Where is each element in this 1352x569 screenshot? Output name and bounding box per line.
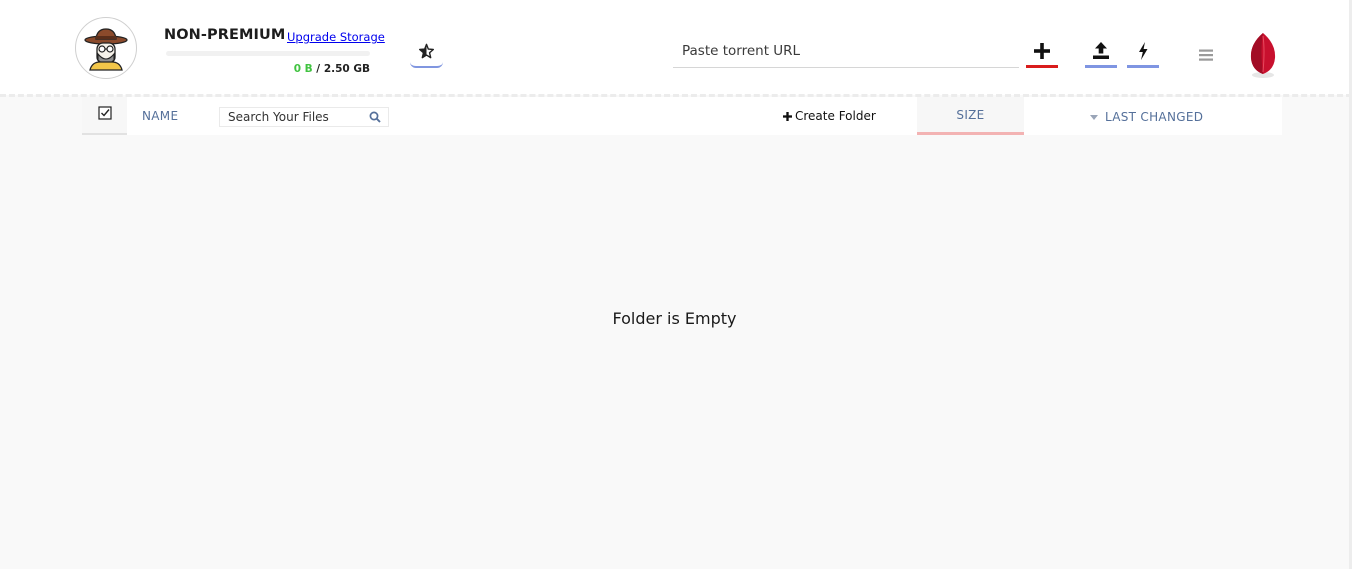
upload-icon [1093, 41, 1109, 59]
select-all-checkbox[interactable] [82, 97, 127, 135]
upgrade-storage-link[interactable]: Upgrade Storage [287, 30, 385, 44]
add-torrent-button[interactable] [1026, 36, 1058, 68]
file-search-input[interactable] [220, 108, 365, 126]
name-column-header[interactable]: NAME [142, 109, 178, 123]
plus-icon [1034, 42, 1050, 59]
storage-usage-text: 0 B / 2.50 GB [240, 63, 370, 75]
search-icon[interactable] [369, 111, 381, 123]
sort-down-icon [1090, 114, 1098, 120]
plus-icon [783, 111, 792, 121]
empty-folder-message: Folder is Empty [612, 309, 737, 328]
checkbox-checked-icon [97, 106, 112, 120]
storage-separator: / [312, 63, 324, 75]
lightning-icon [1139, 41, 1148, 60]
last-changed-column-header[interactable]: LAST CHANGED [1090, 110, 1203, 124]
storage-used: 0 B [293, 63, 313, 75]
last-changed-label: LAST CHANGED [1105, 110, 1204, 124]
top-header: NON-PREMIUM Upgrade Storage 0 B / 2.50 G… [0, 0, 1352, 95]
create-folder-label: Create Folder [795, 109, 876, 123]
plan-name: NON-PREMIUM [164, 27, 286, 43]
star-icon [418, 43, 435, 59]
storage-total: 2.50 GB [323, 63, 370, 75]
upload-button[interactable] [1085, 36, 1117, 68]
torrent-url-input[interactable] [673, 35, 1019, 68]
create-folder-button[interactable]: Create Folder [783, 109, 876, 123]
cowboy-avatar-icon [84, 28, 128, 71]
file-search-box [219, 107, 389, 127]
favorites-button[interactable] [410, 37, 443, 68]
user-avatar[interactable] [75, 17, 137, 79]
size-column-header[interactable]: SIZE [917, 97, 1024, 135]
file-list-header: NAME Create Folder SIZE LAST CHANGED [82, 97, 1282, 135]
seed-logo-icon[interactable] [1247, 30, 1279, 80]
main-menu-button[interactable] [1195, 44, 1217, 66]
quick-action-button[interactable] [1127, 36, 1159, 68]
storage-progress-bar [166, 51, 370, 56]
hamburger-menu-icon [1199, 49, 1213, 61]
